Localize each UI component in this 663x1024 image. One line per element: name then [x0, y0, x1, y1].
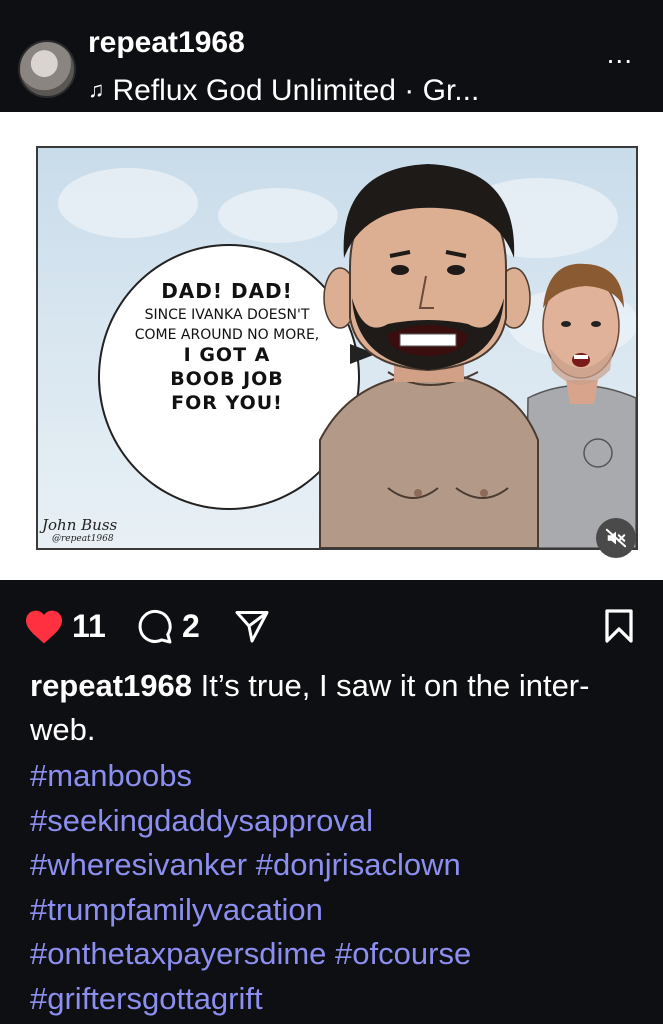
post-caption: repeat1968 It’s true, I saw it on the in…	[30, 664, 640, 752]
background-figure	[525, 263, 636, 548]
caption-username[interactable]: repeat1968	[30, 668, 192, 703]
cartoon-figures	[319, 164, 636, 548]
heart-icon	[26, 610, 62, 643]
hashtag-link[interactable]: #donjrisaclown	[256, 847, 461, 882]
muted-speaker-icon[interactable]	[596, 518, 636, 558]
share-button[interactable]	[234, 608, 270, 644]
signature-handle: @repeat1968	[52, 534, 114, 544]
music-note-icon: ♫	[88, 77, 105, 102]
post-actions: 11 2	[0, 580, 663, 670]
save-button[interactable]	[604, 608, 634, 644]
like-button[interactable]: 11	[24, 608, 106, 645]
hashtag-link[interactable]: #wheresivanker	[30, 847, 247, 882]
hashtag-link[interactable]: #onthetaxpayersdime	[30, 936, 326, 971]
hashtag-link[interactable]: #ofcourse	[335, 936, 471, 971]
avatar[interactable]	[18, 40, 76, 98]
hashtag-list: #manboobs #seekingdaddysapproval #wheres…	[30, 754, 650, 1022]
post-media[interactable]: DAD! DAD! SINCE IVANKA DOESN'T COME AROU…	[0, 112, 663, 580]
comment-button[interactable]: 2	[136, 608, 200, 645]
audio-track-label: Reflux God Unlimited · Gr...	[112, 74, 480, 107]
signature-name: John Buss	[42, 516, 118, 534]
post-username[interactable]: repeat1968	[88, 26, 245, 60]
audio-track-link[interactable]: ♫ Reflux God Unlimited · Gr...	[88, 74, 479, 108]
artist-signature: John Buss @repeat1968	[42, 516, 117, 544]
comment-count: 2	[182, 608, 200, 644]
bookmark-icon	[605, 609, 633, 643]
hashtag-link[interactable]: #manboobs	[30, 758, 192, 793]
more-options-button[interactable]: ...	[607, 40, 633, 68]
like-count: 11	[72, 608, 106, 644]
main-figure	[319, 164, 539, 548]
post-header: repeat1968 ♫ Reflux God Unlimited · Gr...…	[0, 0, 663, 112]
hashtag-link[interactable]: #trumpfamilyvacation	[30, 892, 323, 927]
hashtag-link[interactable]: #griftersgottagrift	[30, 981, 263, 1016]
cartoon-image: DAD! DAD! SINCE IVANKA DOESN'T COME AROU…	[36, 146, 638, 550]
hashtag-link[interactable]: #seekingdaddysapproval	[30, 803, 373, 838]
comment-icon	[138, 609, 172, 643]
send-icon	[235, 611, 269, 643]
